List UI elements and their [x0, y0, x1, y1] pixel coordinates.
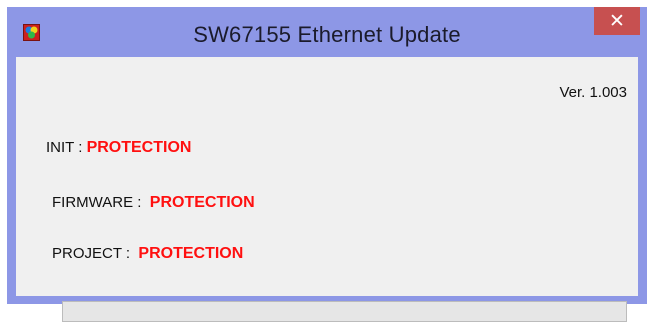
app-window: SW67155 Ethernet Update ✕ Ver. 1.003 INI… — [7, 7, 647, 322]
firmware-label: FIRMWARE : — [52, 194, 150, 211]
client-area: Ver. 1.003 INIT : PROTECTION FIRMWARE : … — [16, 57, 638, 322]
progress-bar — [62, 301, 627, 322]
window-title: SW67155 Ethernet Update — [193, 22, 461, 47]
close-icon: ✕ — [609, 10, 625, 32]
firmware-status: FIRMWARE : PROTECTION — [52, 194, 255, 212]
version-label: Ver. 1.003 — [559, 84, 627, 101]
project-value: PROTECTION — [138, 245, 244, 262]
project-label: PROJECT : — [52, 245, 139, 262]
close-button[interactable]: ✕ — [594, 7, 640, 35]
firmware-value: PROTECTION — [149, 194, 255, 211]
project-status: PROJECT : PROTECTION — [52, 245, 243, 263]
title-bar[interactable]: SW67155 Ethernet Update ✕ — [7, 7, 647, 57]
init-status: INIT : PROTECTION — [46, 139, 191, 157]
init-label: INIT : — [46, 139, 87, 156]
init-value: PROTECTION — [86, 139, 192, 156]
